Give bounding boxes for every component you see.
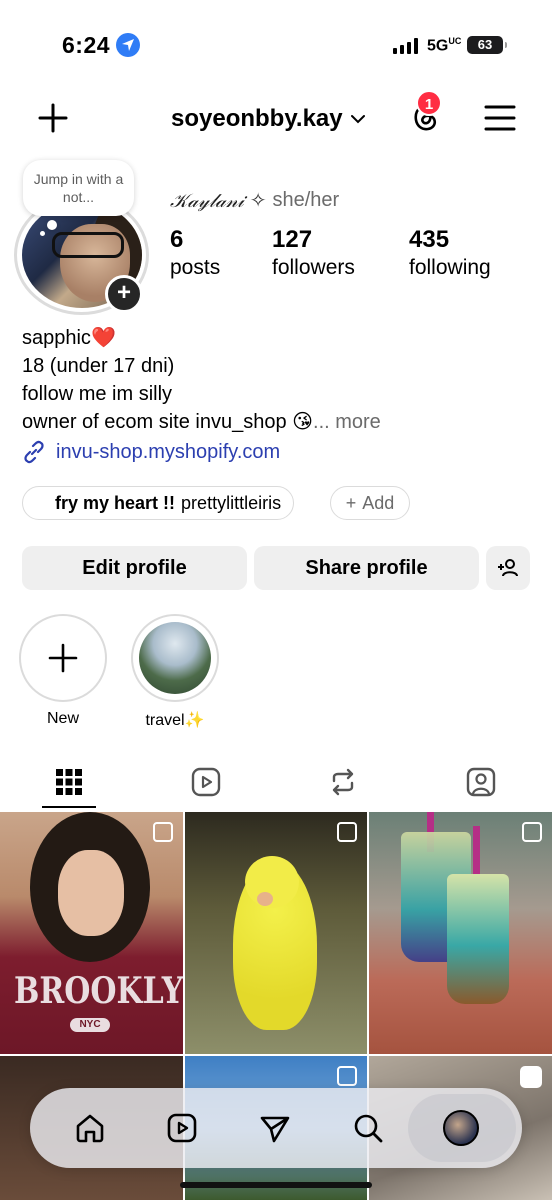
- carousel-icon: [522, 822, 542, 842]
- chevron-down-icon: [350, 115, 365, 124]
- link-text: invu-shop.myshopify.com: [56, 440, 281, 463]
- post-thumbnail[interactable]: [185, 812, 367, 1054]
- add-label: Add: [362, 492, 395, 513]
- nav-search[interactable]: [348, 1108, 388, 1148]
- send-paper-plane-icon: [260, 1116, 290, 1143]
- highlight-cover-trees: [139, 622, 211, 694]
- discover-people-button[interactable]: [486, 546, 530, 590]
- sparkles-emoji: ✨: [184, 712, 205, 729]
- network-type: 5GUC: [427, 36, 462, 55]
- reel-icon: [520, 1066, 542, 1088]
- stat-followers[interactable]: 127 followers: [272, 226, 355, 282]
- notification-badge: 1: [416, 90, 442, 116]
- stat-number: 127: [272, 226, 313, 253]
- sparkle-glyph: ✧: [249, 190, 267, 212]
- bio-link[interactable]: invu-shop.myshopify.com: [22, 440, 280, 464]
- heart-emoji: ❤️: [90, 327, 116, 349]
- display-name: 𝒦𝒶𝓎𝓁𝒶𝓃𝒾: [170, 189, 244, 212]
- song-title: fry my heart !!: [55, 492, 176, 513]
- tab-reposts[interactable]: [313, 760, 373, 804]
- link-icon: [24, 440, 44, 464]
- plus-icon: +: [345, 492, 357, 513]
- highlight-label: travel✨: [145, 712, 205, 729]
- shirt-graphic-badge: NYC: [70, 1018, 110, 1032]
- username-switcher[interactable]: soyeonbby.kay: [171, 105, 365, 133]
- battery-icon: 63: [467, 36, 507, 54]
- bio-line: sapphic❤️: [22, 327, 116, 349]
- carousel-icon: [153, 822, 173, 842]
- home-indicator[interactable]: [180, 1182, 372, 1188]
- bottom-navigation: [30, 1088, 522, 1168]
- active-tab-indicator: [42, 806, 96, 808]
- note-bubble-tail-small: [40, 231, 45, 236]
- kiss-emoji: 😘: [292, 411, 314, 433]
- display-name-row: 𝒦𝒶𝓎𝓁𝒶𝓃𝒾 ✧ she/her: [170, 188, 339, 213]
- note-bubble-tail: [47, 220, 57, 230]
- carousel-icon: [337, 1066, 357, 1086]
- post-thumbnail[interactable]: [369, 812, 552, 1054]
- reels-icon: [191, 767, 221, 797]
- highlight-label: New: [46, 710, 79, 727]
- shirt-graphic-text: BROOKLYN: [14, 970, 183, 1013]
- nav-profile-avatar[interactable]: [443, 1110, 479, 1146]
- stat-label: following: [409, 256, 491, 279]
- tab-grid[interactable]: [39, 760, 99, 804]
- nav-home[interactable]: [70, 1108, 110, 1148]
- username-label: soyeonbby.kay: [171, 105, 343, 132]
- profile-header-bar: soyeonbby.kay: [0, 95, 552, 145]
- home-icon: [76, 1114, 104, 1143]
- profile-actions: Edit profile Share profile: [22, 546, 530, 590]
- tab-tagged[interactable]: [451, 760, 511, 804]
- highlight-travel[interactable]: travel✨: [131, 614, 219, 730]
- stat-label: posts: [170, 256, 221, 279]
- add-person-icon: [498, 559, 518, 577]
- edit-profile-button[interactable]: Edit profile: [22, 546, 247, 590]
- stat-number: 435: [409, 226, 450, 253]
- status-bar: 6:24 5GUC 63: [0, 0, 552, 80]
- highlight-new[interactable]: New: [19, 614, 107, 728]
- grid-icon: [56, 769, 82, 795]
- reels-icon: [167, 1113, 197, 1143]
- nav-messages[interactable]: [255, 1108, 295, 1148]
- new-highlight-circle: [19, 614, 107, 702]
- tagged-person-icon: [466, 767, 496, 797]
- bio: sapphic❤️ 18 (under 17 dni) follow me im…: [22, 324, 381, 436]
- plus-icon: [48, 643, 78, 673]
- carousel-icon: [337, 822, 357, 842]
- note-bubble[interactable]: Jump in with a not...: [23, 160, 134, 216]
- bio-line: owner of ecom site invu_shop 😘... more: [22, 411, 381, 433]
- share-profile-button[interactable]: Share profile: [254, 546, 479, 590]
- stat-number: 6: [170, 226, 184, 253]
- add-link-button[interactable]: + Add: [330, 486, 410, 520]
- location-icon: [116, 33, 140, 57]
- stat-following[interactable]: 435 following: [409, 226, 491, 282]
- menu-hamburger-icon[interactable]: [484, 103, 516, 133]
- more-link[interactable]: ... more: [313, 411, 381, 433]
- create-plus-icon[interactable]: [36, 101, 70, 135]
- nav-reels[interactable]: [162, 1108, 202, 1148]
- repost-icon: [332, 768, 354, 796]
- stat-label: followers: [272, 256, 355, 279]
- travel-highlight-circle: [131, 614, 219, 702]
- add-story-plus-icon[interactable]: +: [105, 275, 143, 313]
- search-icon: [354, 1114, 383, 1143]
- note-text: Jump in with a not...: [33, 171, 124, 205]
- pronouns: she/her: [272, 189, 340, 211]
- tab-reels[interactable]: [176, 760, 236, 804]
- clock: 6:24: [62, 32, 111, 58]
- signal-icon: [393, 38, 418, 54]
- bio-line: follow me im silly: [22, 383, 173, 405]
- song-artist: prettylittleiris: [181, 492, 282, 513]
- content-tabs: [0, 760, 552, 810]
- bio-line: 18 (under 17 dni): [22, 355, 175, 377]
- music-pill[interactable]: fry my heart !! prettylittleiris: [22, 486, 295, 520]
- post-thumbnail[interactable]: BROOKLYN NYC: [0, 812, 183, 1054]
- stat-posts[interactable]: 6 posts: [170, 226, 220, 282]
